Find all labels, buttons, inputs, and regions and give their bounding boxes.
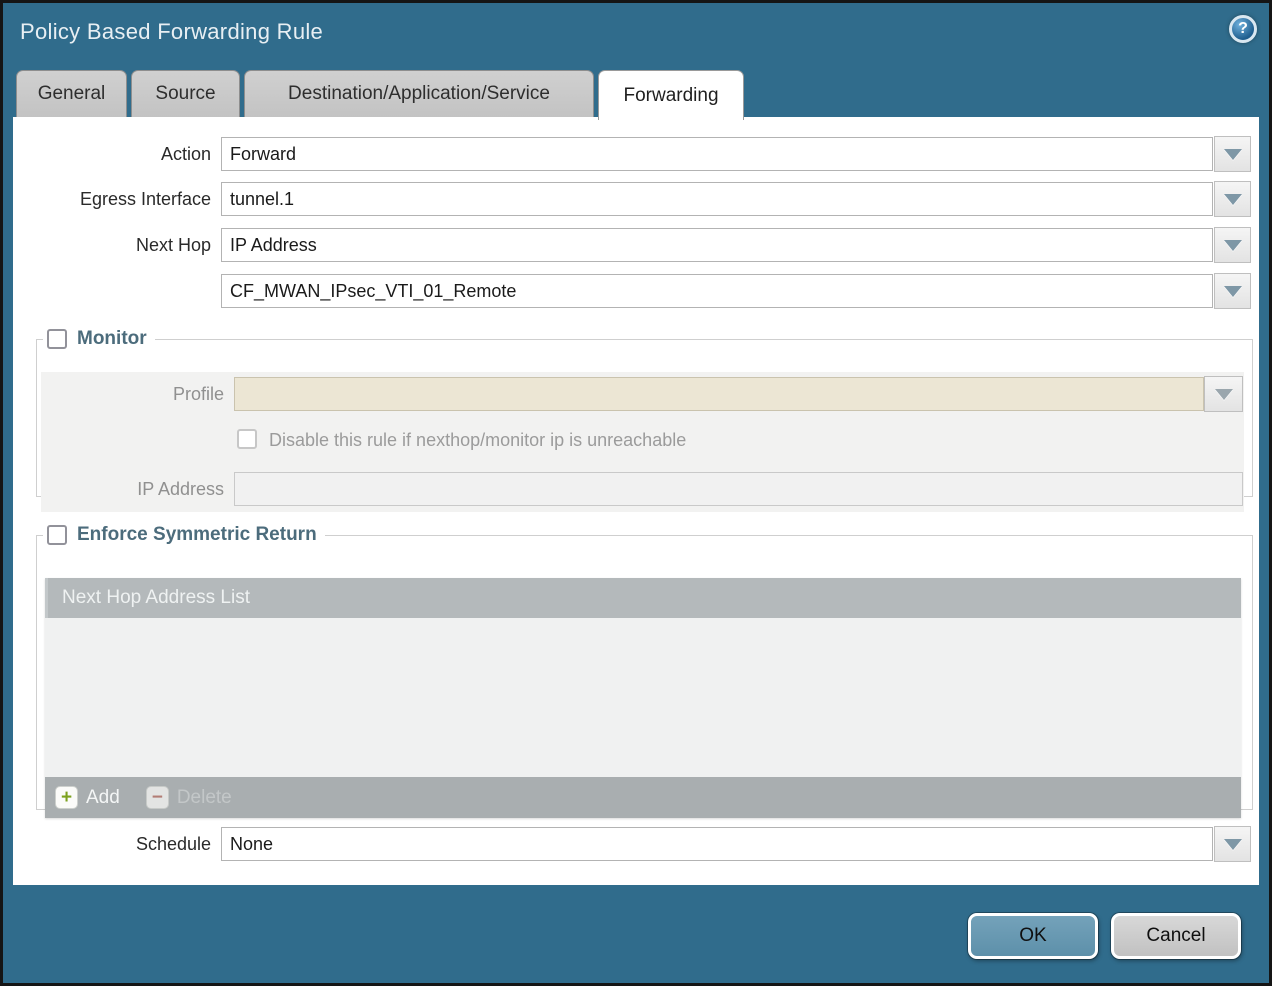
- monitor-checkbox[interactable]: [47, 329, 67, 349]
- dropdown-arrow-icon: [1224, 149, 1242, 160]
- help-icon[interactable]: ?: [1229, 15, 1257, 43]
- monitor-fieldset: Monitor Profile Disable this rule if nex…: [36, 328, 1253, 497]
- tab-forwarding[interactable]: Forwarding: [598, 70, 744, 120]
- enforce-symmetric-return-legend: Enforce Symmetric Return: [43, 524, 325, 546]
- action-select[interactable]: [221, 137, 1213, 171]
- monitor-ip-address-label: IP Address: [37, 472, 224, 506]
- profile-dropdown-button: [1204, 376, 1243, 412]
- tab-bar: General Source Destination/Application/S…: [16, 70, 744, 120]
- monitor-ip-address-input: [234, 472, 1243, 506]
- action-dropdown-button[interactable]: [1214, 136, 1251, 172]
- action-label: Action: [13, 137, 211, 171]
- egress-interface-label: Egress Interface: [13, 182, 211, 216]
- next-hop-address-list-header: Next Hop Address List: [45, 578, 1241, 618]
- tab-source[interactable]: Source: [131, 70, 240, 117]
- dropdown-arrow-icon: [1224, 839, 1242, 850]
- profile-select: [234, 377, 1204, 411]
- dialog-title: Policy Based Forwarding Rule: [20, 19, 323, 45]
- next-hop-address-list-body[interactable]: [45, 618, 1241, 777]
- cancel-button[interactable]: Cancel: [1111, 913, 1241, 959]
- dropdown-arrow-icon: [1224, 194, 1242, 205]
- enforce-symmetric-return-checkbox[interactable]: [47, 525, 67, 545]
- dropdown-arrow-icon: [1224, 240, 1242, 251]
- disable-rule-label: Disable this rule if nexthop/monitor ip …: [269, 429, 686, 451]
- enforce-symmetric-return-fieldset: Enforce Symmetric Return Next Hop Addres…: [36, 524, 1253, 810]
- schedule-label: Schedule: [13, 827, 211, 861]
- next-hop-address-dropdown-button[interactable]: [1214, 273, 1251, 309]
- next-hop-address-list-table: Next Hop Address List + Add − Delete: [45, 578, 1241, 818]
- egress-interface-dropdown-button[interactable]: [1214, 181, 1251, 217]
- add-button-label: Add: [86, 787, 120, 809]
- dropdown-arrow-icon: [1224, 286, 1242, 297]
- next-hop-label: Next Hop: [13, 228, 211, 262]
- next-hop-address-select[interactable]: [221, 274, 1213, 308]
- dropdown-arrow-icon: [1215, 389, 1233, 400]
- tab-general[interactable]: General: [16, 70, 127, 117]
- schedule-select[interactable]: [221, 827, 1213, 861]
- add-button[interactable]: + Add: [55, 786, 120, 809]
- next-hop-dropdown-button[interactable]: [1214, 227, 1251, 263]
- monitor-legend: Monitor: [43, 328, 155, 350]
- monitor-legend-label: Monitor: [77, 328, 147, 350]
- next-hop-type-select[interactable]: [221, 228, 1213, 262]
- disable-rule-checkbox: [237, 429, 257, 449]
- profile-label: Profile: [37, 377, 224, 411]
- pbf-rule-dialog: Policy Based Forwarding Rule ? General S…: [0, 0, 1272, 986]
- next-hop-address-list-toolbar: + Add − Delete: [45, 777, 1241, 818]
- forwarding-tab-panel: Action Egress Interface Next Hop Monitor…: [13, 117, 1259, 885]
- add-icon: +: [55, 786, 78, 809]
- ok-button[interactable]: OK: [968, 913, 1098, 959]
- egress-interface-select[interactable]: [221, 182, 1213, 216]
- delete-button-label: Delete: [177, 787, 232, 809]
- enforce-symmetric-return-label: Enforce Symmetric Return: [77, 524, 317, 546]
- delete-button: − Delete: [146, 786, 232, 809]
- delete-icon: −: [146, 786, 169, 809]
- schedule-dropdown-button[interactable]: [1214, 826, 1251, 862]
- tab-destination-application-service[interactable]: Destination/Application/Service: [244, 70, 594, 117]
